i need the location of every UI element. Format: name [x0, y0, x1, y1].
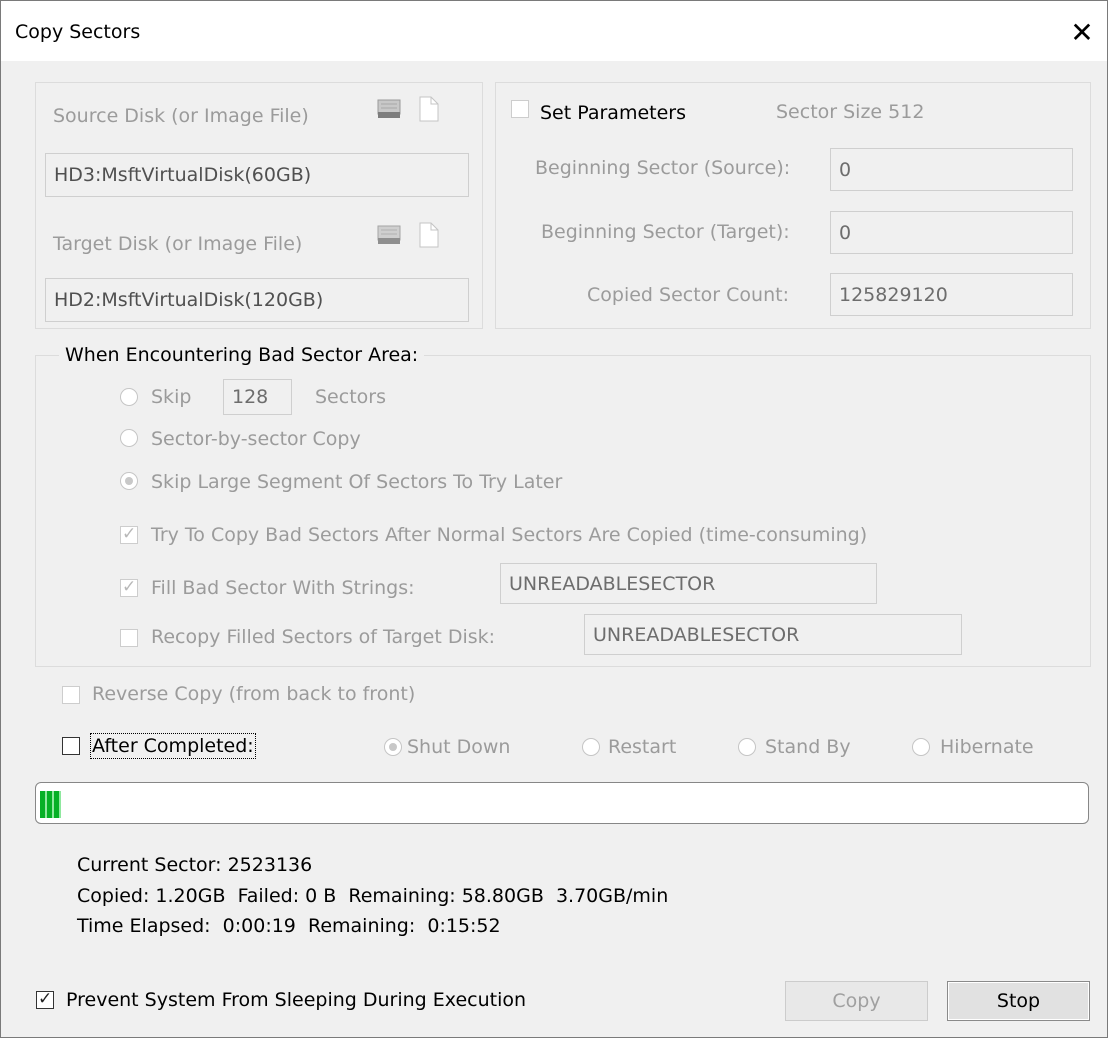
copied-stats-text: Copied: 1.20GB Failed: 0 B Remaining: 58…	[77, 885, 669, 907]
restart-radio[interactable]	[582, 738, 600, 756]
reverse-copy-checkbox[interactable]	[62, 686, 80, 704]
skip-label[interactable]: Skip	[151, 386, 191, 408]
skip-sectors-field[interactable]: 128	[223, 379, 292, 415]
file-icon[interactable]	[419, 222, 439, 248]
beginning-sector-source-field[interactable]: 0	[830, 148, 1073, 191]
fill-bad-sector-field[interactable]: UNREADABLESECTOR	[500, 563, 877, 604]
skip-sectors-unit: Sectors	[315, 386, 386, 408]
stand-by-radio[interactable]	[738, 738, 756, 756]
title-bar: Copy Sectors ✕	[1, 1, 1107, 61]
set-parameters-checkbox[interactable]	[511, 100, 529, 118]
skip-large-segment-radio[interactable]	[120, 472, 138, 490]
skip-large-segment-label[interactable]: Skip Large Segment Of Sectors To Try Lat…	[151, 471, 562, 493]
try-copy-bad-sectors-checkbox[interactable]	[120, 524, 138, 544]
copied-sector-count-field[interactable]: 125829120	[830, 273, 1073, 316]
sector-by-sector-radio[interactable]	[120, 429, 138, 447]
source-disk-label: Source Disk (or Image File)	[53, 105, 309, 127]
file-icon[interactable]	[419, 96, 439, 122]
close-icon[interactable]: ✕	[1061, 11, 1103, 53]
hibernate-radio[interactable]	[912, 738, 930, 756]
reverse-copy-label[interactable]: Reverse Copy (from back to front)	[92, 683, 415, 705]
hard-disk-icon[interactable]	[376, 96, 402, 122]
after-completed-label[interactable]: After Completed:	[90, 733, 256, 759]
current-sector-text: Current Sector: 2523136	[77, 854, 313, 876]
target-disk-field[interactable]: HD2:MsftVirtualDisk(120GB)	[45, 278, 469, 322]
bad-sector-group-label: When Encountering Bad Sector Area:	[59, 344, 425, 366]
recopy-filled-sectors-label[interactable]: Recopy Filled Sectors of Target Disk:	[151, 626, 495, 648]
recopy-filled-sectors-field[interactable]: UNREADABLESECTOR	[584, 614, 962, 655]
skip-radio[interactable]	[120, 388, 138, 406]
window-title: Copy Sectors	[15, 21, 141, 43]
copy-button[interactable]: Copy	[785, 981, 928, 1021]
beginning-sector-target-label: Beginning Sector (Target):	[541, 221, 790, 243]
after-completed-checkbox[interactable]	[62, 737, 80, 755]
copied-sector-count-label: Copied Sector Count:	[587, 284, 789, 306]
time-stats-text: Time Elapsed: 0:00:19 Remaining: 0:15:52	[77, 915, 501, 937]
source-disk-field[interactable]: HD3:MsftVirtualDisk(60GB)	[45, 153, 469, 197]
sector-by-sector-label[interactable]: Sector-by-sector Copy	[151, 428, 361, 450]
beginning-sector-target-field[interactable]: 0	[830, 211, 1073, 254]
shut-down-label[interactable]: Shut Down	[407, 736, 510, 758]
stand-by-label[interactable]: Stand By	[765, 736, 851, 758]
recopy-filled-sectors-checkbox[interactable]	[120, 629, 138, 647]
hard-disk-icon[interactable]	[376, 222, 402, 248]
target-disk-label: Target Disk (or Image File)	[53, 233, 303, 255]
copy-sectors-dialog: Copy Sectors ✕ Source Disk (or Image Fil…	[0, 0, 1108, 1038]
shut-down-radio[interactable]	[384, 738, 402, 756]
prevent-sleep-checkbox[interactable]	[36, 989, 54, 1009]
set-parameters-label[interactable]: Set Parameters	[540, 102, 686, 124]
fill-bad-sector-checkbox[interactable]	[120, 577, 138, 597]
sector-size-label: Sector Size 512	[776, 101, 925, 123]
hibernate-label[interactable]: Hibernate	[940, 736, 1034, 758]
beginning-sector-source-label: Beginning Sector (Source):	[535, 157, 791, 179]
try-copy-bad-sectors-label[interactable]: Try To Copy Bad Sectors After Normal Sec…	[151, 524, 867, 546]
restart-label[interactable]: Restart	[608, 736, 676, 758]
prevent-sleep-label[interactable]: Prevent System From Sleeping During Exec…	[66, 989, 526, 1011]
progress-fill	[40, 791, 61, 818]
stop-button[interactable]: Stop	[947, 981, 1090, 1021]
copy-progress-bar	[35, 782, 1089, 824]
fill-bad-sector-label[interactable]: Fill Bad Sector With Strings:	[151, 577, 415, 599]
